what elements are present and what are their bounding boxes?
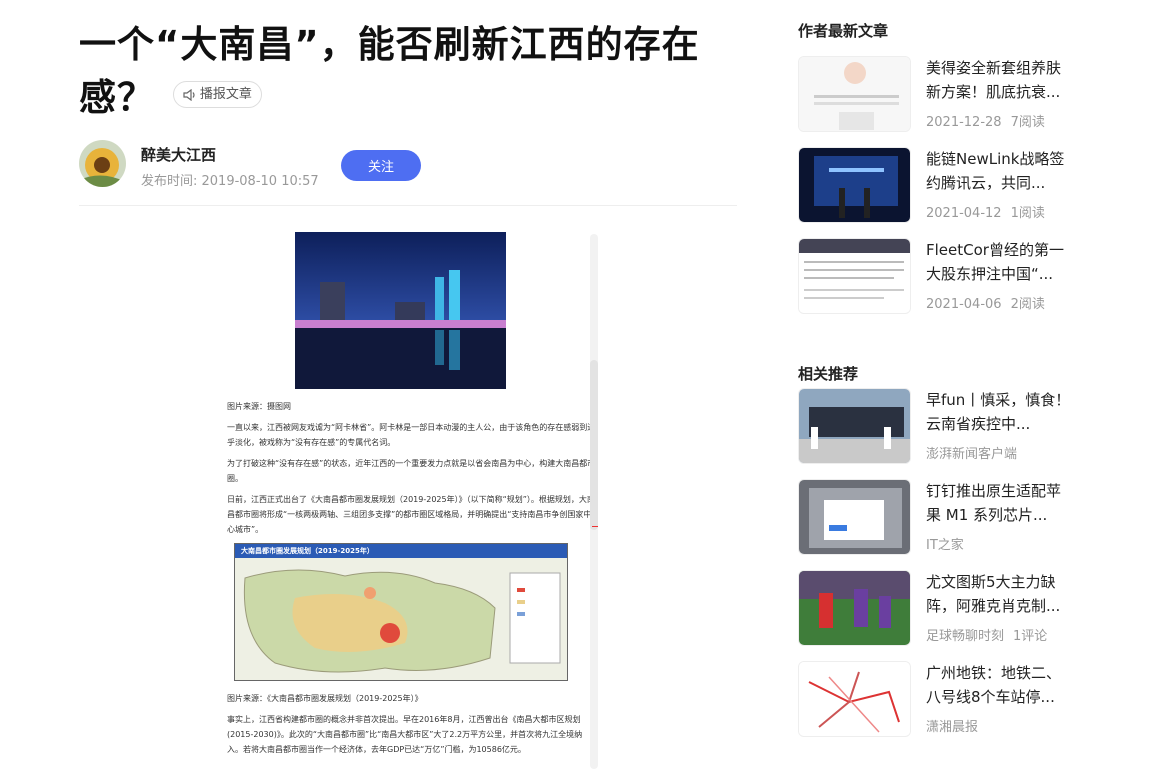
paragraph-1: 一直以来，江西被网友戏谑为“阿卡林省”。阿卡林是一部日本动漫的主人公，由于该角色… (227, 423, 596, 447)
paragraph-4: 事实上，江西省构建都市圈的概念并非首次提出。早在2016年8月，江西曾出台《南昌… (227, 715, 583, 754)
content-scrollbar-thumb[interactable] (590, 360, 598, 530)
related-meta: 澎湃新闻客户端 (926, 443, 1017, 462)
latest-article-thumbnail[interactable] (798, 147, 911, 223)
planning-map-image: 大南昌都市圈发展规划（2019-2025年） (234, 543, 568, 681)
latest-article-reads: 2阅读 (1010, 297, 1045, 312)
related-thumbnail[interactable] (798, 479, 911, 555)
latest-article-date: 2021-04-06 (926, 297, 1002, 312)
author-row: 醉美大江西 发布时间: 2019-08-10 10:57 关注 (79, 140, 737, 206)
related-item[interactable]: 广州地铁：地铁二、八号线8个车站停... 潇湘晨报 (798, 661, 1078, 752)
article: 一个“大南昌”，能否刷新江西的存在感？ 播报文章 醉美大江西 发布时间: 201… (79, 18, 737, 206)
related-meta: 足球畅聊时刻 1评论 (926, 625, 1047, 644)
latest-article-thumbnail[interactable] (798, 56, 911, 132)
paragraph-3: 日前，江西正式出台了《大南昌都市圈发展规划（2019-2025年）》（以下简称“… (227, 495, 595, 534)
article-title-text: 一个“大南昌”，能否刷新江西的存在感？ (79, 23, 700, 119)
related-comments: 1评论 (1013, 629, 1048, 644)
listen-button[interactable]: 播报文章 (172, 81, 262, 108)
scroll-marker (592, 526, 598, 527)
latest-article-item[interactable]: 美得姿全新套组养肤新方案！肌底抗衰... 2021-12-28 7阅读 (798, 56, 1078, 147)
related-thumbnail[interactable] (798, 570, 911, 646)
latest-article-reads: 1阅读 (1010, 206, 1045, 221)
related-thumbnail[interactable] (798, 388, 911, 464)
listen-label: 播报文章 (199, 87, 252, 102)
article-title: 一个“大南昌”，能否刷新江西的存在感？ 播报文章 (79, 18, 737, 124)
follow-button[interactable]: 关注 (341, 150, 421, 181)
latest-article-title[interactable]: FleetCor曾经的第一大股东押注中国“... (926, 238, 1074, 286)
map-title: 大南昌都市圈发展规划（2019-2025年） (235, 544, 567, 558)
publish-time: 发布时间: 2019-08-10 10:57 (141, 174, 319, 189)
related-item[interactable]: 尤文图斯5大主力缺阵，阿雅克肖克制... 足球畅聊时刻 1评论 (798, 570, 1078, 661)
related-item[interactable]: 早fun丨慎采，慎食！云南省疾控中... 澎湃新闻客户端 (798, 388, 1078, 479)
related-meta: 潇湘晨报 (926, 716, 978, 735)
sidebar: 作者最新文章 美得姿全新套组养肤新方案！肌底抗衰... 2021-12-28 7阅… (798, 20, 1078, 752)
image-caption-1: 图片来源：摄图网 (227, 402, 291, 411)
latest-article-meta: 2021-04-12 1阅读 (926, 202, 1045, 221)
article-content: 图片来源：摄图网 一直以来，江西被网友戏谑为“阿卡林省”。阿卡林是一部日本动漫的… (225, 232, 598, 769)
related-heading: 相关推荐 (798, 365, 859, 383)
city-night-photo (295, 232, 506, 389)
related-source: 澎湃新闻客户端 (926, 447, 1018, 462)
related-title[interactable]: 早fun丨慎采，慎食！云南省疾控中... (926, 388, 1074, 436)
latest-article-title[interactable]: 能链NewLink战略签约腾讯云，共同... (926, 147, 1074, 195)
image-caption-2: 图片来源：《大南昌都市圈发展规划（2019-2025年）》 (227, 694, 423, 703)
latest-article-reads: 7阅读 (1010, 115, 1045, 130)
related-source: 足球畅聊时刻 (926, 629, 1005, 644)
related-title[interactable]: 尤文图斯5大主力缺阵，阿雅克肖克制... (926, 570, 1074, 618)
latest-article-title[interactable]: 美得姿全新套组养肤新方案！肌底抗衰... (926, 56, 1074, 104)
related-source: 潇湘晨报 (926, 720, 979, 735)
latest-article-date: 2021-12-28 (926, 115, 1002, 130)
related-source: IT之家 (926, 538, 964, 553)
speaker-icon (183, 88, 195, 101)
related-thumbnail[interactable] (798, 661, 911, 737)
latest-article-item[interactable]: FleetCor曾经的第一大股东押注中国“... 2021-04-06 2阅读 (798, 238, 1078, 329)
related-title[interactable]: 钉钉推出原生适配苹果 M1 系列芯片... (926, 479, 1074, 527)
latest-article-date: 2021-04-12 (926, 206, 1002, 221)
latest-articles-heading: 作者最新文章 (798, 22, 889, 40)
related-item[interactable]: 钉钉推出原生适配苹果 M1 系列芯片... IT之家 (798, 479, 1078, 570)
latest-article-thumbnail[interactable] (798, 238, 911, 314)
latest-article-meta: 2021-12-28 7阅读 (926, 111, 1045, 130)
related-meta: IT之家 (926, 534, 964, 553)
latest-article-meta: 2021-04-06 2阅读 (926, 293, 1045, 312)
author-name[interactable]: 醉美大江西 (141, 144, 216, 165)
latest-article-item[interactable]: 能链NewLink战略签约腾讯云，共同... 2021-04-12 1阅读 (798, 147, 1078, 238)
author-avatar[interactable] (79, 140, 126, 187)
paragraph-2: 为了打破这种“没有存在感”的状态，近年江西的一个重要发力点就是以省会南昌为中心，… (227, 459, 596, 483)
related-title[interactable]: 广州地铁：地铁二、八号线8个车站停... (926, 661, 1074, 709)
